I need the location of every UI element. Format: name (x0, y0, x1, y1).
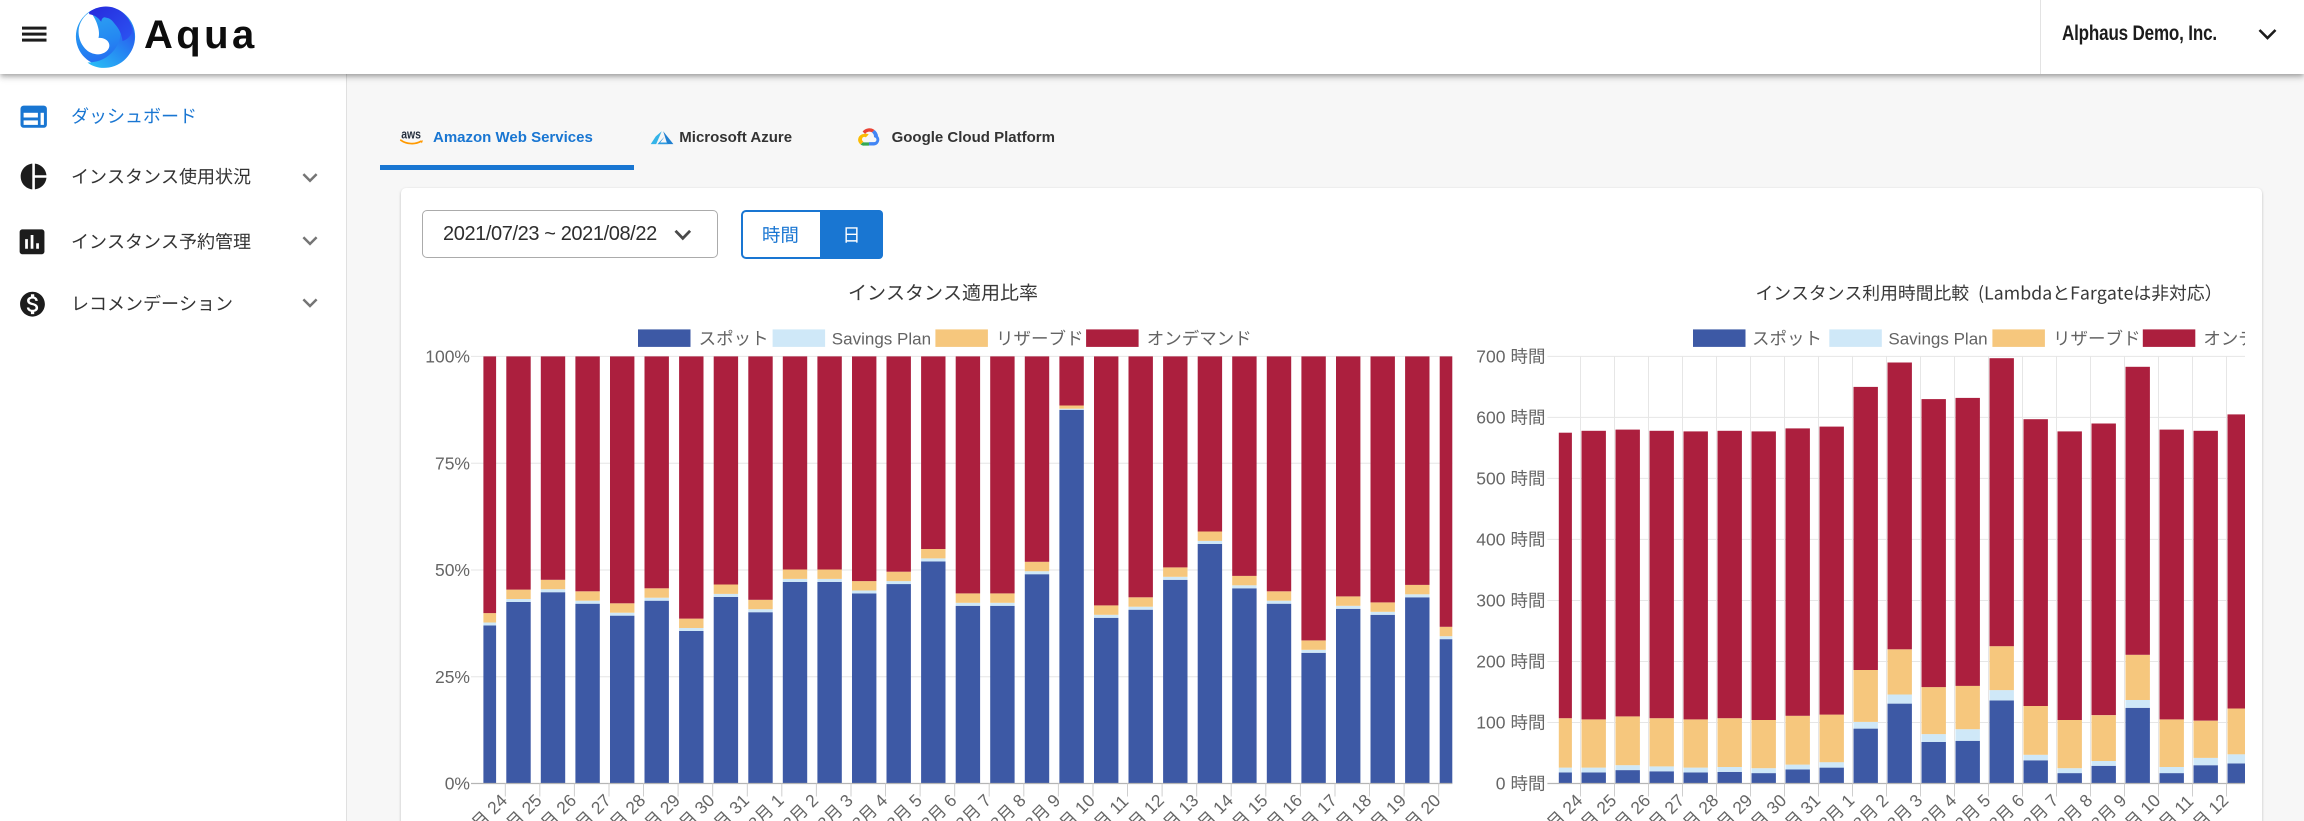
svg-text:75%: 75% (435, 453, 470, 473)
svg-text:6: 6 (940, 790, 961, 811)
svg-text:Savings Plan: Savings Plan (832, 330, 931, 349)
svg-text:25: 25 (518, 790, 546, 818)
svg-text:5: 5 (1973, 790, 1994, 811)
svg-text:3: 3 (836, 790, 857, 811)
svg-text:18: 18 (1347, 790, 1375, 818)
svg-text:12: 12 (2204, 790, 2232, 818)
svg-text:4: 4 (1939, 790, 1960, 811)
svg-text:500: 500 (1476, 469, 1505, 489)
svg-text:20: 20 (1417, 790, 1445, 818)
svg-text:27: 27 (1660, 790, 1688, 818)
svg-text:10: 10 (1071, 790, 1099, 818)
svg-text:0%: 0% (445, 774, 470, 794)
svg-text:200: 200 (1476, 652, 1505, 672)
svg-text:2: 2 (801, 790, 822, 811)
svg-text:11: 11 (2170, 791, 2197, 818)
svg-text:29: 29 (656, 790, 684, 818)
svg-text:600: 600 (1476, 408, 1505, 428)
svg-text:700: 700 (1476, 347, 1505, 367)
svg-text:16: 16 (1278, 790, 1306, 818)
svg-text:10: 10 (2136, 790, 2164, 818)
svg-text:1: 1 (1837, 790, 1858, 811)
svg-text:300: 300 (1476, 591, 1505, 611)
svg-text:24: 24 (483, 790, 511, 818)
svg-text:8: 8 (2075, 790, 2096, 811)
svg-text:9: 9 (1043, 790, 1064, 811)
svg-text:30: 30 (1762, 790, 1790, 818)
svg-text:7: 7 (974, 790, 995, 811)
svg-text:4: 4 (870, 790, 891, 811)
svg-text:aws: aws (401, 128, 421, 142)
svg-text:9: 9 (2109, 790, 2130, 811)
svg-text:25: 25 (1592, 790, 1620, 818)
svg-text:8: 8 (1009, 790, 1030, 811)
svg-text:Savings Plan: Savings Plan (1888, 330, 1987, 349)
svg-text:29: 29 (1728, 790, 1756, 818)
svg-text:11: 11 (1105, 791, 1132, 818)
svg-text:12: 12 (1140, 790, 1168, 818)
svg-text:2: 2 (1871, 790, 1892, 811)
svg-text:19: 19 (1382, 790, 1410, 818)
svg-text:100%: 100% (425, 347, 470, 367)
svg-text:0: 0 (1496, 774, 1506, 794)
svg-text:15: 15 (1244, 790, 1272, 818)
svg-text:100: 100 (1476, 713, 1505, 733)
svg-text:30: 30 (691, 790, 719, 818)
svg-text:28: 28 (621, 790, 649, 818)
svg-text:1: 1 (767, 790, 788, 811)
svg-text:13: 13 (1175, 790, 1203, 818)
svg-text:26: 26 (552, 790, 580, 818)
svg-text:26: 26 (1626, 790, 1654, 818)
svg-text:25%: 25% (435, 667, 470, 687)
svg-text:7: 7 (2041, 790, 2062, 811)
svg-text:27: 27 (587, 790, 615, 818)
svg-text:17: 17 (1313, 790, 1341, 818)
svg-text:5: 5 (905, 790, 926, 811)
svg-text:3: 3 (1905, 790, 1926, 811)
svg-text:6: 6 (2007, 790, 2028, 811)
svg-text:400: 400 (1476, 530, 1505, 550)
svg-text:14: 14 (1209, 790, 1237, 818)
svg-text:28: 28 (1694, 790, 1722, 818)
svg-text:50%: 50% (435, 560, 470, 580)
svg-text:24: 24 (1558, 790, 1586, 818)
